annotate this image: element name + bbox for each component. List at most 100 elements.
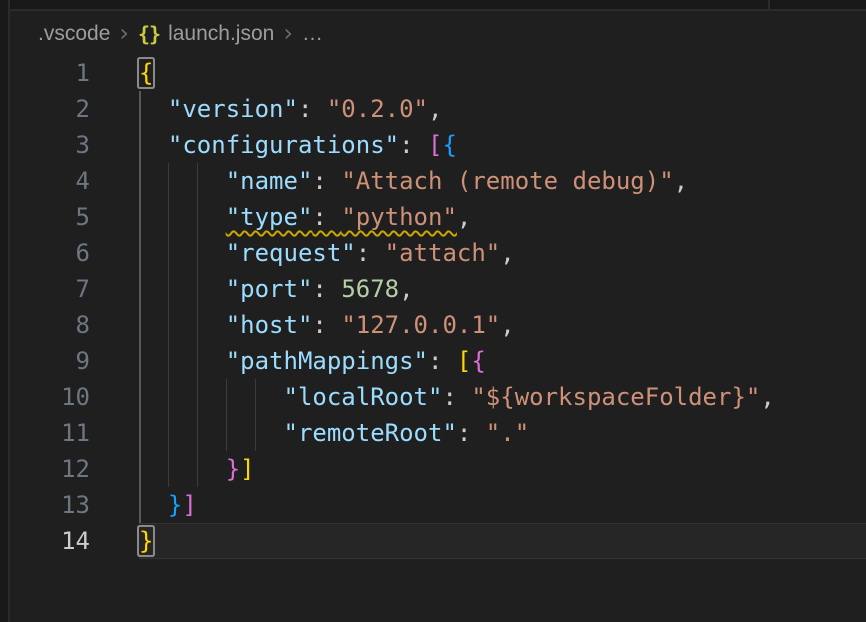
code-line[interactable]: 2 "version": "0.2.0", [12,91,866,127]
code-line-content[interactable]: "remoteRoot": "." [139,415,866,451]
code-line[interactable]: 5 "type": "python", [12,199,866,235]
code-token [139,239,226,267]
code-token: "localRoot" [284,383,443,411]
code-token: [ [457,347,471,375]
line-number[interactable]: 8 [12,307,90,343]
code-token: : [428,347,457,375]
code-line-content[interactable]: "configurations": [{ [139,127,866,163]
line-number[interactable]: 1 [12,55,90,91]
breadcrumb-folder[interactable]: .vscode [38,22,110,46]
code-line[interactable]: 9 "pathMappings": [{ [12,343,866,379]
code-line-content[interactable]: "type": "python", [139,199,866,235]
code-token: "request" [226,239,356,267]
code-token: ] [240,455,254,483]
code-token: { [442,131,456,159]
code-line[interactable]: 6 "request": "attach", [12,235,866,271]
line-number[interactable]: 2 [12,91,90,127]
code-token [139,95,168,123]
code-text: "pathMappings": [{ [139,347,486,375]
line-number[interactable]: 9 [12,343,90,379]
code-token: , [760,383,774,411]
matched-bracket: } [139,527,153,555]
code-token: : [442,383,471,411]
line-number[interactable]: 6 [12,235,90,271]
code-line-content[interactable]: "version": "0.2.0", [139,91,866,127]
code-text: "request": "attach", [139,239,515,267]
line-number[interactable]: 13 [12,487,90,523]
code-token: } [168,491,182,519]
sidebar-edge [0,0,10,622]
breadcrumb: .vscode › {} launch.json › … [12,13,866,55]
line-number[interactable]: 5 [12,199,90,235]
code-token: "remoteRoot" [284,419,457,447]
code-token: "configurations" [168,131,399,159]
code-token: "name" [226,167,313,195]
code-token: "." [486,419,529,447]
code-token [139,131,168,159]
code-text: }] [139,491,197,519]
code-line-content[interactable]: "host": "127.0.0.1", [139,307,866,343]
line-number[interactable]: 12 [12,451,90,487]
code-token: "attach" [385,239,501,267]
code-line-content[interactable]: }] [139,451,866,487]
line-number[interactable]: 7 [12,271,90,307]
code-line[interactable]: 10 "localRoot": "${workspaceFolder}", [12,379,866,415]
code-text: "name": "Attach (remote debug)", [139,167,688,195]
code-text: "type": "python", [139,203,471,231]
code-token [139,311,226,339]
code-lines[interactable]: 1{2 "version": "0.2.0",3 "configurations… [12,55,866,559]
code-line-content[interactable]: "name": "Attach (remote debug)", [139,163,866,199]
code-token: , [500,239,514,267]
code-token: "${workspaceFolder}" [471,383,760,411]
code-token [139,275,226,303]
tab-bar-edge [10,0,866,11]
chevron-right-icon: › [119,19,129,47]
code-line-content[interactable]: "localRoot": "${workspaceFolder}", [139,379,866,415]
code-line[interactable]: 4 "name": "Attach (remote debug)", [12,163,866,199]
code-line-content[interactable]: "pathMappings": [{ [139,343,866,379]
code-token: , [500,311,514,339]
code-token [139,167,226,195]
code-token: : [312,167,341,195]
code-line-content[interactable]: "port": 5678, [139,271,866,307]
line-number[interactable]: 3 [12,127,90,163]
json-file-icon: {} [138,22,160,46]
code-text: "remoteRoot": "." [139,419,529,447]
code-line-content[interactable]: { [139,55,866,91]
line-number[interactable]: 4 [12,163,90,199]
code-text: } [139,527,153,555]
line-number[interactable]: 14 [12,523,90,559]
breadcrumb-symbol-more[interactable]: … [302,22,323,46]
code-token [139,491,168,519]
code-token: "127.0.0.1" [341,311,500,339]
code-token: : [399,131,428,159]
tab-separator [768,0,770,11]
warning-squiggle: "type": "python" [226,203,457,231]
code-token: "type" [226,203,313,231]
code-token: : [312,311,341,339]
code-line-content[interactable]: }] [139,487,866,523]
code-token: , [457,203,471,231]
matched-bracket: { [139,59,153,87]
code-line[interactable]: 14} [12,523,866,559]
editor-pane[interactable]: .vscode › {} launch.json › … 1{2 "versio… [12,13,866,622]
code-line[interactable]: 1{ [12,55,866,91]
code-line-content[interactable]: "request": "attach", [139,235,866,271]
code-token: "Attach (remote debug)" [341,167,673,195]
code-token [139,455,226,483]
code-token: "pathMappings" [226,347,428,375]
code-line[interactable]: 7 "port": 5678, [12,271,866,307]
code-line[interactable]: 3 "configurations": [{ [12,127,866,163]
code-line[interactable]: 12 }] [12,451,866,487]
code-line-content[interactable]: } [139,523,866,559]
code-text: "configurations": [{ [139,131,457,159]
code-line[interactable]: 11 "remoteRoot": "." [12,415,866,451]
line-number[interactable]: 10 [12,379,90,415]
code-token: : [457,419,486,447]
breadcrumb-file[interactable]: launch.json [168,22,274,46]
line-number[interactable]: 11 [12,415,90,451]
code-token: : [356,239,385,267]
code-line[interactable]: 8 "host": "127.0.0.1", [12,307,866,343]
code-token: 5678 [341,275,399,303]
code-line[interactable]: 13 }] [12,487,866,523]
